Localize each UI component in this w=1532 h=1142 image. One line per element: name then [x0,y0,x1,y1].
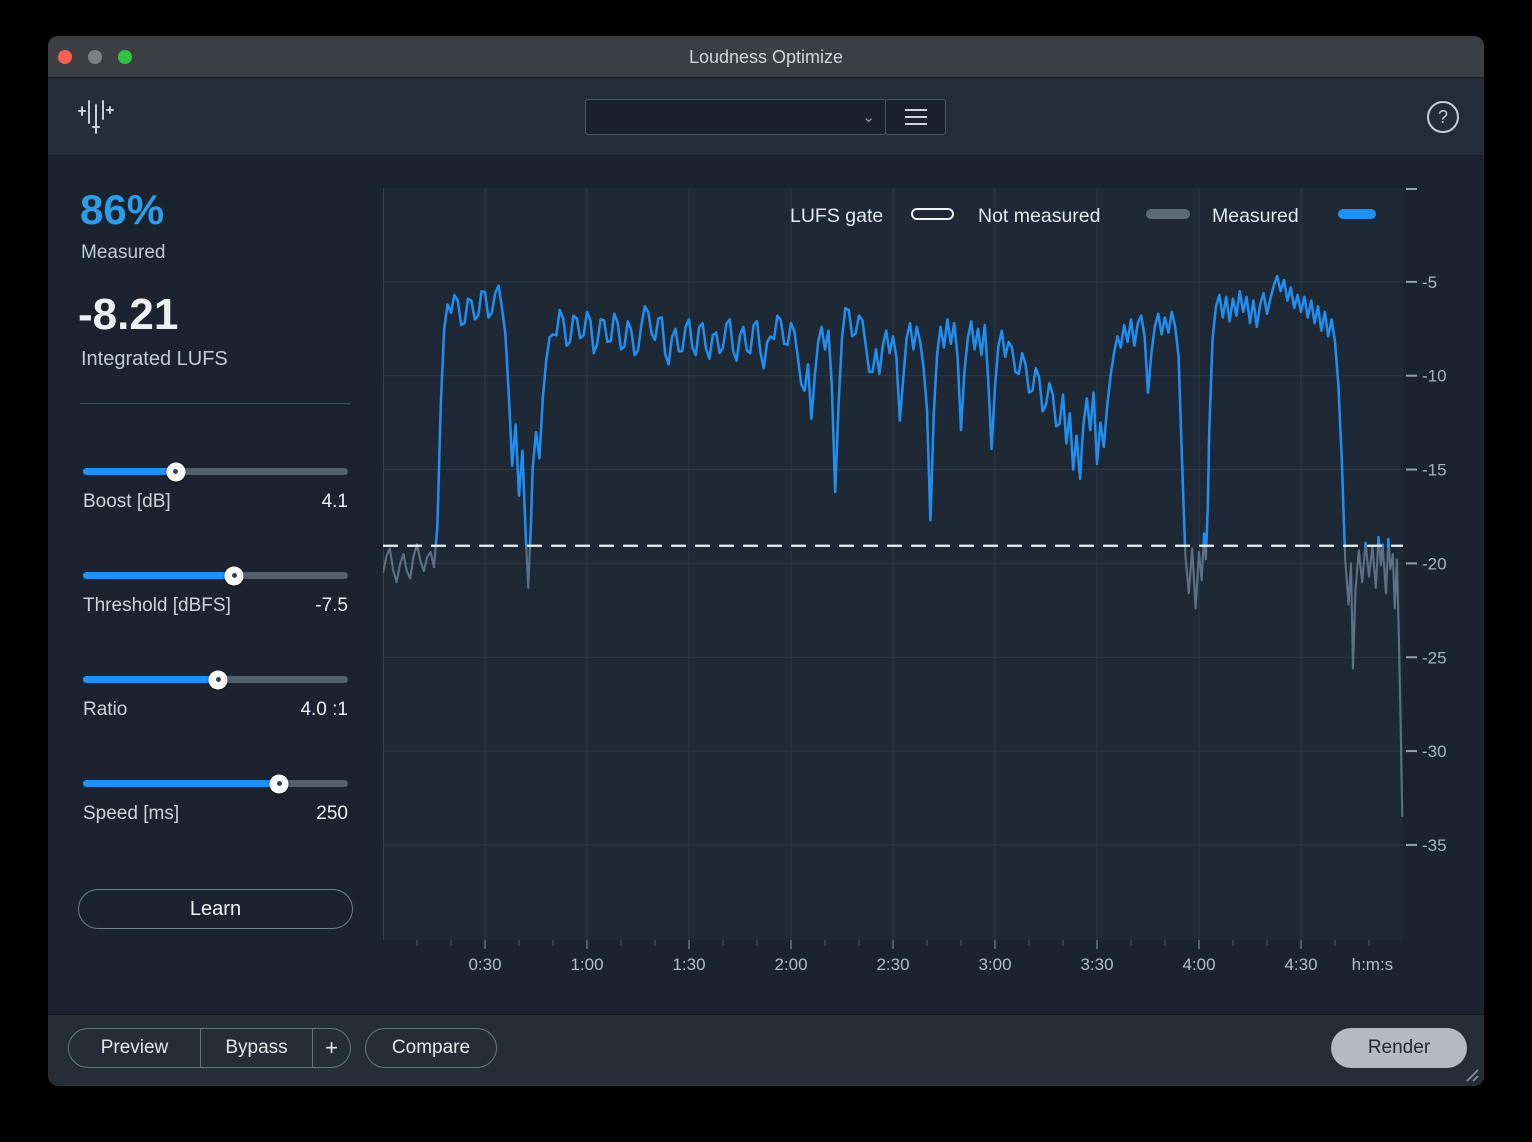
preset-dropdown[interactable]: ⌄ [585,99,886,135]
svg-text:-20: -20 [1422,554,1447,573]
threshold-slider: Threshold [dBFS] -7.5 [83,572,348,628]
chevron-down-icon: ⌄ [862,108,875,126]
loudness-graph: -5 -10 -15 -20 -25 -30 -35 0:30 1:00 1:30 2:00 2:30… [383,188,1460,988]
legend-swatch-blue [1338,209,1376,219]
header-bar: ⌄ ? [48,78,1484,156]
y-axis-labels: -5 -10 -15 -20 -25 -30 -35 [1406,189,1447,855]
svg-text:-30: -30 [1422,742,1447,761]
preview-button[interactable]: Preview [69,1029,200,1067]
svg-text:-25: -25 [1422,648,1447,667]
loudness-chart: -5 -10 -15 -20 -25 -30 -35 0:30 1:00 1:30 2:00 2:30… [383,188,1460,988]
legend-swatch-gray [1146,209,1190,219]
render-button[interactable]: Render [1331,1028,1467,1068]
svg-text:1:00: 1:00 [570,955,603,974]
speed-slider-track[interactable] [83,780,348,787]
sidebar-divider [80,403,350,404]
svg-text:3:00: 3:00 [978,955,1011,974]
svg-text:3:30: 3:30 [1080,955,1113,974]
boost-value[interactable]: 4.1 [322,491,348,513]
learn-button[interactable]: Learn [78,889,353,929]
resize-grip[interactable] [1463,1066,1479,1082]
plugin-window: Loudness Optimize ⌄ ? 86% Measu [48,36,1484,1086]
x-axis-labels: 0:30 1:00 1:30 2:00 2:30 3:00 3:30 4:00 4:30 h:m:… [417,940,1393,974]
measured-percentage: 86% [80,186,164,234]
svg-text:4:00: 4:00 [1182,955,1215,974]
svg-text:0:30: 0:30 [468,955,501,974]
integrated-lufs-label: Integrated LUFS [81,348,228,371]
svg-text:-35: -35 [1422,836,1447,855]
title-bar[interactable]: Loudness Optimize [48,36,1484,78]
threshold-label: Threshold [dBFS] [83,595,231,617]
svg-text:2:30: 2:30 [876,955,909,974]
slider-fill [83,468,176,475]
slider-fill [83,676,218,683]
svg-text:4:30: 4:30 [1284,955,1317,974]
slider-fill [83,572,234,579]
hamburger-icon [905,116,927,118]
hamburger-icon [905,109,927,111]
speed-label: Speed [ms] [83,803,179,825]
threshold-value[interactable]: -7.5 [315,595,348,617]
hamburger-icon [905,123,927,125]
transport-button-group: Preview Bypass + [68,1028,351,1068]
ratio-slider-track[interactable] [83,676,348,683]
compare-button[interactable]: Compare [365,1028,497,1068]
measured-label: Measured [81,242,166,264]
ratio-value[interactable]: 4.0 :1 [300,699,348,721]
svg-text:-10: -10 [1422,367,1447,386]
minimize-button[interactable] [88,50,102,64]
threshold-slider-track[interactable] [83,572,348,579]
integrated-lufs-value: -8.21 [78,290,178,340]
legend-label: Not measured [978,205,1100,227]
x-axis-unit: h:m:s [1352,955,1394,974]
threshold-slider-thumb[interactable] [225,566,244,585]
ratio-slider-thumb[interactable] [209,670,228,689]
boost-slider: Boost [dB] 4.1 [83,468,348,524]
boost-slider-track[interactable] [83,468,348,475]
svg-text:-5: -5 [1422,273,1437,292]
window-title: Loudness Optimize [48,36,1484,78]
svg-text:-15: -15 [1422,461,1447,480]
slider-fill [83,780,279,787]
svg-text:2:00: 2:00 [774,955,807,974]
boost-slider-thumb[interactable] [166,462,185,481]
preset-menu-button[interactable] [885,99,946,135]
ratio-slider: Ratio 4.0 :1 [83,676,348,732]
zoom-button[interactable] [118,50,132,64]
footer-bar: Preview Bypass + Compare Render [48,1014,1484,1086]
add-button[interactable]: + [312,1029,350,1067]
help-button[interactable]: ? [1427,101,1459,133]
bypass-button[interactable]: Bypass [200,1029,312,1067]
legend-label: Measured [1212,205,1299,227]
legend: LUFS gate Not measured Measured [790,205,1376,227]
speed-value[interactable]: 250 [316,803,348,825]
app-logo-icon [74,93,120,139]
svg-text:1:30: 1:30 [672,955,705,974]
ratio-label: Ratio [83,699,127,721]
speed-slider: Speed [ms] 250 [83,780,348,836]
close-button[interactable] [58,50,72,64]
legend-label: LUFS gate [790,205,883,227]
speed-slider-thumb[interactable] [270,774,289,793]
boost-label: Boost [dB] [83,491,171,513]
